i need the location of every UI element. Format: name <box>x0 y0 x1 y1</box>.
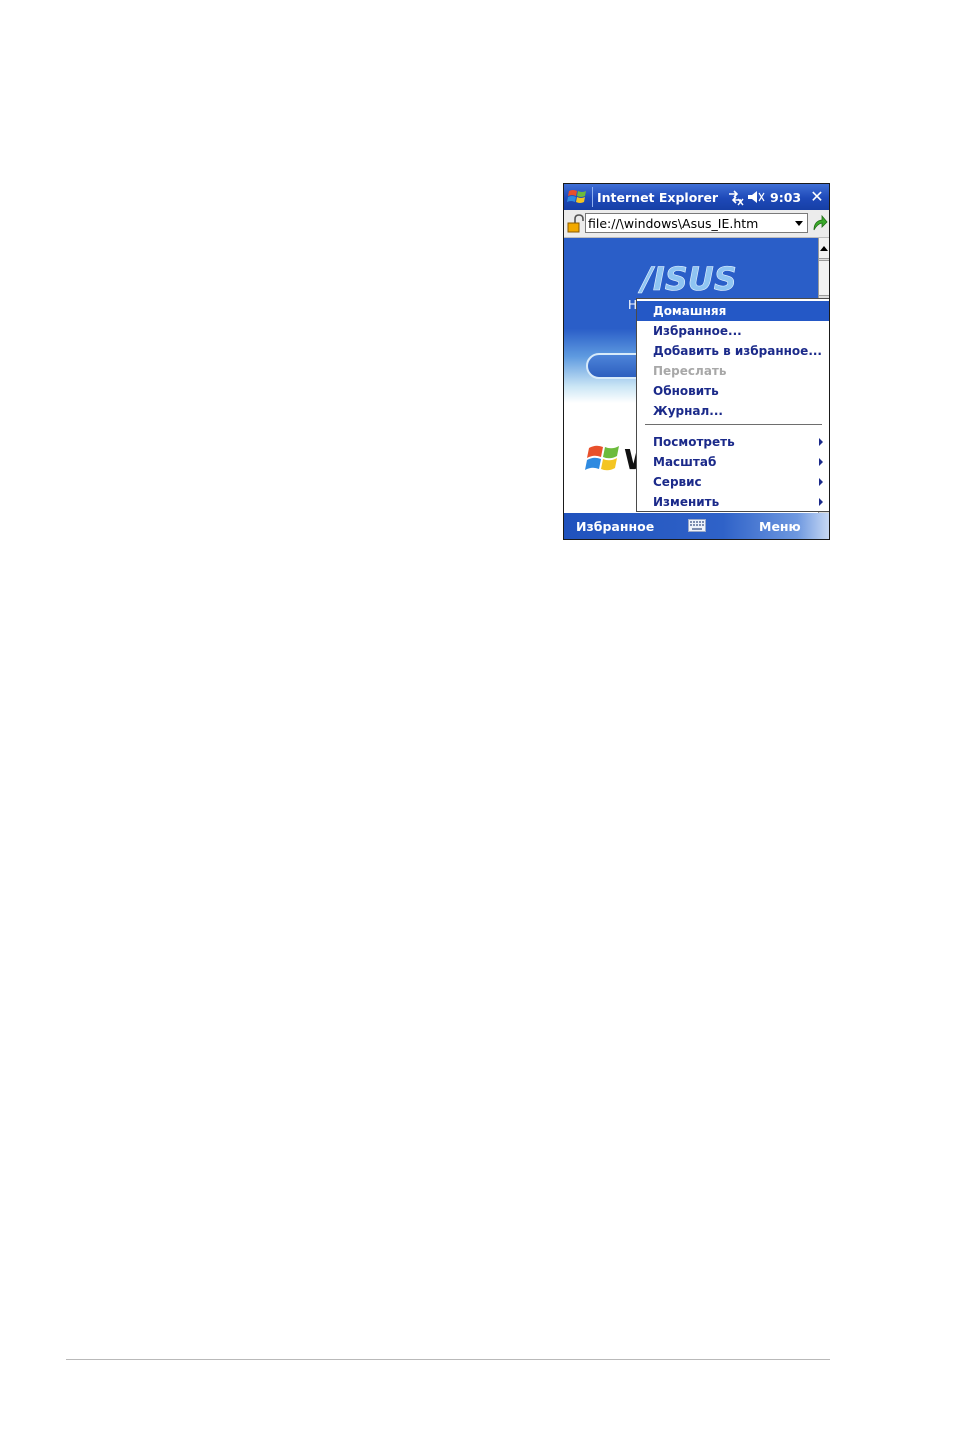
menu-item-add-favorite[interactable]: Добавить в избранное... <box>637 341 829 361</box>
menu-item-edit[interactable]: Изменить <box>637 492 829 512</box>
windows-start-icon[interactable] <box>567 187 588 207</box>
submenu-arrow-icon <box>819 438 823 446</box>
menu-item-refresh[interactable]: Обновить <box>637 381 829 401</box>
menu-item-label: Масштаб <box>653 455 717 469</box>
menu-item-label: Журнал... <box>653 404 723 418</box>
submenu-arrow-icon <box>819 478 823 486</box>
lock-icon <box>567 214 584 233</box>
menu-item-send: Переслать <box>637 361 829 381</box>
url-input[interactable]: file://\windows\Asus_IE.htm <box>585 213 808 233</box>
menu-softkey[interactable]: Меню <box>759 519 801 534</box>
connectivity-icon[interactable] <box>726 188 744 206</box>
asus-logo: /ISUS <box>637 262 737 296</box>
popup-menu: Домашняя Избранное... Добавить в избранн… <box>636 298 829 512</box>
soft-key-bar: Избранное Меню <box>564 513 829 539</box>
menu-item-favorites[interactable]: Избранное... <box>637 321 829 341</box>
menu-item-label: Изменить <box>653 495 720 509</box>
windows-xp-logo-icon <box>585 445 619 471</box>
page-footer-rule <box>66 1359 830 1360</box>
address-bar: file://\windows\Asus_IE.htm <box>564 210 829 238</box>
menu-item-tools[interactable]: Сервис <box>637 472 829 492</box>
menu-item-label: Посмотреть <box>653 435 735 449</box>
app-title: Internet Explorer <box>597 190 719 205</box>
title-bar: Internet Explorer 9:03 ✕ <box>564 184 829 210</box>
url-text[interactable]: file://\windows\Asus_IE.htm <box>588 216 758 231</box>
menu-item-history[interactable]: Журнал... <box>637 401 829 421</box>
menu-item-label: Обновить <box>653 384 719 398</box>
close-icon[interactable]: ✕ <box>807 187 827 207</box>
menu-item-zoom[interactable]: Масштаб <box>637 452 829 472</box>
menu-item-view[interactable]: Посмотреть <box>637 432 829 452</box>
favorites-softkey[interactable]: Избранное <box>576 519 654 534</box>
menu-item-label: Переслать <box>653 364 727 378</box>
dropdown-arrow-icon[interactable] <box>793 217 805 229</box>
speaker-icon[interactable] <box>747 189 765 205</box>
submenu-arrow-icon <box>819 458 823 466</box>
go-arrow-icon[interactable] <box>811 214 828 232</box>
keyboard-icon[interactable] <box>688 519 706 532</box>
menu-item-label: Добавить в избранное... <box>653 344 822 358</box>
scroll-up-button[interactable] <box>819 238 829 259</box>
pocket-pc-screen: Internet Explorer 9:03 ✕ file://\windows… <box>563 183 830 540</box>
title-separator <box>592 187 593 207</box>
menu-item-label: Домашняя <box>653 304 727 318</box>
menu-item-home[interactable]: Домашняя <box>637 301 829 321</box>
asus-logo-text: /ISUS <box>637 262 737 296</box>
menu-item-label: Избранное... <box>653 324 742 338</box>
submenu-arrow-icon <box>819 498 823 506</box>
menu-item-label: Сервис <box>653 475 702 489</box>
scroll-thumb[interactable] <box>819 260 829 296</box>
scroll-up-icon <box>820 246 828 251</box>
clock[interactable]: 9:03 <box>770 190 801 205</box>
menu-separator <box>645 424 822 425</box>
